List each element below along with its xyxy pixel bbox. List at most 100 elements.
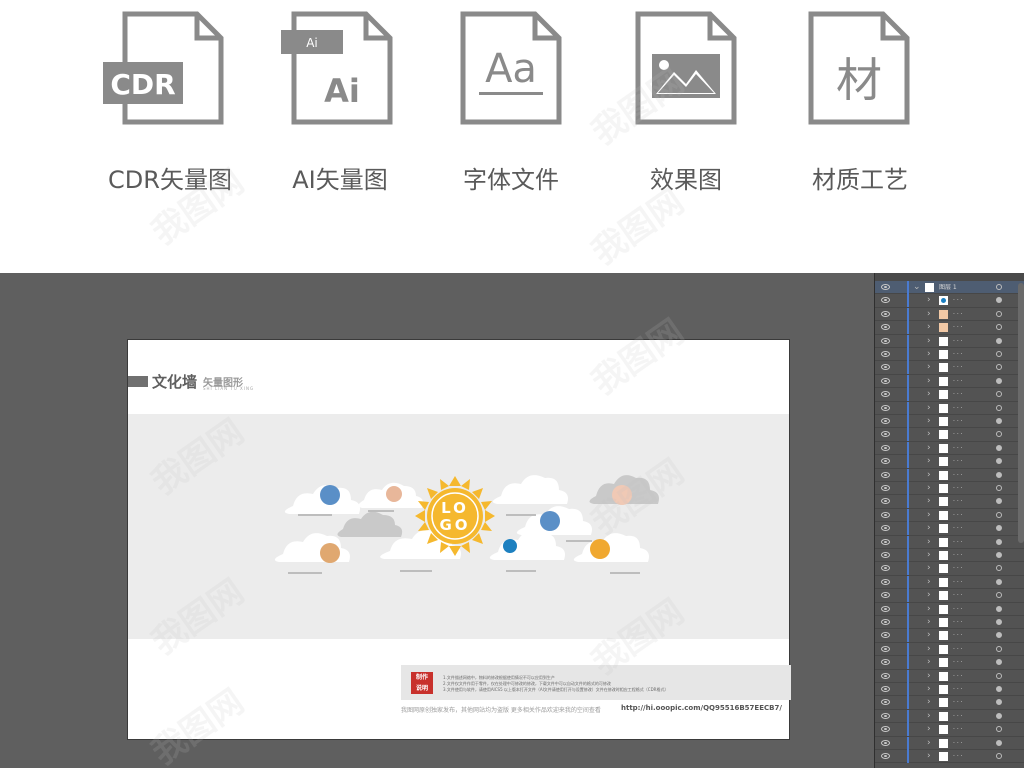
target-circle-icon[interactable]: [996, 632, 1002, 639]
chevron-right-icon[interactable]: ›: [927, 388, 931, 401]
layer-row[interactable]: › · · ·: [875, 482, 1024, 496]
chevron-right-icon[interactable]: ›: [927, 428, 931, 441]
layer-row[interactable]: › · · ·: [875, 361, 1024, 375]
chevron-right-icon[interactable]: ›: [927, 348, 931, 361]
layer-name[interactable]: · · ·: [953, 562, 963, 575]
layer-name[interactable]: · · ·: [953, 455, 963, 468]
eye-icon[interactable]: [881, 431, 890, 438]
eye-icon[interactable]: [881, 645, 890, 652]
target-circle-icon[interactable]: [996, 337, 1002, 344]
chevron-right-icon[interactable]: ›: [927, 670, 931, 683]
chevron-right-icon[interactable]: ›: [927, 589, 931, 602]
eye-icon[interactable]: [881, 418, 890, 424]
chevron-right-icon[interactable]: ›: [927, 294, 931, 307]
eye-icon[interactable]: [881, 739, 890, 746]
layer-name[interactable]: · · ·: [953, 536, 963, 549]
layer-name[interactable]: · · ·: [953, 469, 963, 482]
chevron-right-icon[interactable]: ›: [927, 415, 931, 428]
eye-icon[interactable]: [881, 284, 890, 290]
target-circle-icon[interactable]: [996, 739, 1002, 746]
layer-name[interactable]: · · ·: [953, 549, 963, 562]
eye-icon[interactable]: [881, 297, 890, 304]
layer-name[interactable]: · · ·: [953, 737, 963, 750]
layer-row[interactable]: › · · ·: [875, 602, 1024, 616]
eye-icon[interactable]: [881, 578, 890, 585]
chevron-right-icon[interactable]: ›: [927, 750, 931, 763]
eye-icon[interactable]: [881, 458, 890, 465]
layer-row[interactable]: › · · ·: [875, 294, 1024, 308]
eye-icon[interactable]: [881, 605, 890, 612]
layer-name[interactable]: · · ·: [953, 710, 963, 723]
target-circle-icon[interactable]: [996, 511, 1002, 518]
layer-row[interactable]: › · · ·: [875, 455, 1024, 469]
target-circle-icon[interactable]: [996, 284, 1002, 290]
layer-row[interactable]: › · · ·: [875, 321, 1024, 335]
chevron-right-icon[interactable]: ›: [927, 455, 931, 468]
layer-row[interactable]: › · · ·: [875, 441, 1024, 456]
layer-row[interactable]: › · · ·: [875, 562, 1024, 576]
target-circle-icon[interactable]: [996, 619, 1002, 625]
layer-name[interactable]: · · ·: [953, 509, 963, 522]
canvas-workspace[interactable]: 文化墙 矢量图形 SHI LIAN TU XING LO GO 制作 说明 1.…: [0, 273, 874, 768]
eye-icon[interactable]: [881, 632, 890, 639]
layer-name[interactable]: · · ·: [953, 415, 963, 428]
target-circle-icon[interactable]: [996, 552, 1002, 558]
layer-name[interactable]: · · ·: [953, 482, 963, 495]
chevron-right-icon[interactable]: ›: [927, 710, 931, 723]
target-circle-icon[interactable]: [996, 578, 1002, 585]
layer-name[interactable]: · · ·: [953, 643, 963, 656]
layer-name[interactable]: · · ·: [953, 428, 963, 441]
layer-name[interactable]: · · ·: [953, 388, 963, 401]
target-circle-icon[interactable]: [996, 324, 1002, 331]
eye-icon[interactable]: [881, 444, 890, 451]
target-circle-icon[interactable]: [996, 686, 1002, 692]
layer-row[interactable]: › · · ·: [875, 642, 1024, 657]
target-circle-icon[interactable]: [996, 377, 1002, 384]
layer-row[interactable]: › · · ·: [875, 307, 1024, 322]
eye-icon[interactable]: [881, 511, 890, 518]
target-circle-icon[interactable]: [996, 592, 1002, 599]
chevron-right-icon[interactable]: ›: [927, 696, 931, 709]
target-circle-icon[interactable]: [996, 672, 1002, 679]
layer-name[interactable]: · · ·: [953, 683, 963, 696]
layer-row[interactable]: › · · ·: [875, 508, 1024, 523]
eye-icon[interactable]: [881, 404, 890, 411]
layer-row[interactable]: › · · ·: [875, 334, 1024, 348]
chevron-right-icon[interactable]: ›: [927, 603, 931, 616]
layer-name[interactable]: · · ·: [953, 442, 963, 455]
layer-row[interactable]: › · · ·: [875, 495, 1024, 509]
target-circle-icon[interactable]: [996, 418, 1002, 424]
eye-icon[interactable]: [881, 686, 890, 692]
layer-row[interactable]: › · · ·: [875, 696, 1024, 710]
eye-icon[interactable]: [881, 364, 890, 371]
layer-name[interactable]: · · ·: [953, 495, 963, 508]
culture-wall-design[interactable]: LO GO: [128, 414, 789, 639]
target-circle-icon[interactable]: [996, 351, 1002, 357]
target-circle-icon[interactable]: [996, 444, 1002, 451]
target-circle-icon[interactable]: [996, 404, 1002, 411]
target-circle-icon[interactable]: [996, 753, 1002, 759]
eye-icon[interactable]: [881, 592, 890, 599]
eye-icon[interactable]: [881, 498, 890, 505]
eye-icon[interactable]: [881, 619, 890, 625]
chevron-right-icon[interactable]: ›: [927, 321, 931, 334]
layer-name[interactable]: · · ·: [953, 294, 963, 307]
layer-row[interactable]: › · · ·: [875, 589, 1024, 603]
target-circle-icon[interactable]: [996, 391, 1002, 398]
eye-icon[interactable]: [881, 552, 890, 558]
layer-row[interactable]: › · · ·: [875, 401, 1024, 415]
eye-icon[interactable]: [881, 337, 890, 344]
chevron-right-icon[interactable]: ›: [927, 469, 931, 482]
eye-icon[interactable]: [881, 485, 890, 491]
eye-icon[interactable]: [881, 712, 890, 719]
target-circle-icon[interactable]: [996, 485, 1002, 491]
target-circle-icon[interactable]: [996, 471, 1002, 478]
layers-scrollbar[interactable]: [1018, 283, 1024, 543]
layer-name[interactable]: · · ·: [953, 656, 963, 669]
target-circle-icon[interactable]: [996, 699, 1002, 706]
layer-name[interactable]: · · ·: [953, 335, 963, 348]
target-circle-icon[interactable]: [996, 726, 1002, 733]
layer-row[interactable]: › · · ·: [875, 522, 1024, 536]
layer-name[interactable]: · · ·: [953, 375, 963, 388]
layer-row[interactable]: › · · ·: [875, 723, 1024, 737]
